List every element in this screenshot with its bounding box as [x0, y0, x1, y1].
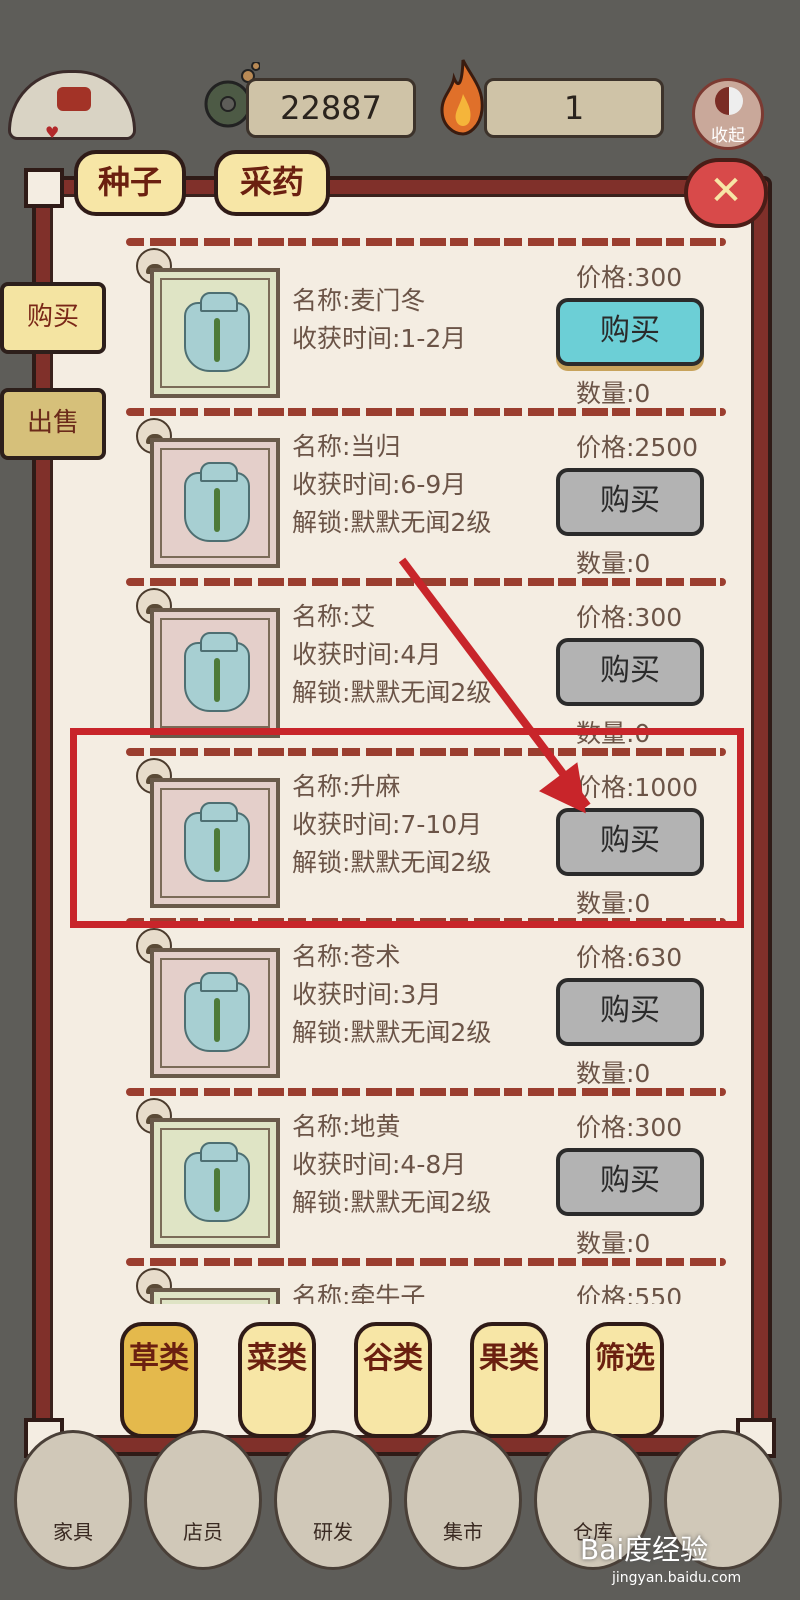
tab-herbs-label: 采药 — [239, 163, 304, 201]
category-label: 筛选 — [595, 1341, 655, 1376]
close-button[interactable]: ✕ — [684, 158, 768, 228]
fire-counter: 1 — [484, 78, 664, 138]
nav-furniture[interactable]: 家具 — [14, 1430, 132, 1570]
nav-label: 家具 — [53, 1520, 93, 1544]
watermark: Bai度经验 — [580, 1533, 709, 1566]
list-item: 名称:牵牛子 价格:550 购买 — [80, 1256, 756, 1304]
item-unlock: 解锁:默默无闻2级 — [292, 508, 492, 537]
item-quantity: 数量:0 — [576, 549, 651, 578]
item-harvest-time: 收获时间:6-9月 — [292, 470, 467, 499]
buy-button[interactable]: 购买 — [556, 1148, 704, 1216]
tab-herbs[interactable]: 采药 — [214, 150, 330, 216]
flame-icon — [440, 59, 484, 136]
tab-seeds-label: 种子 — [97, 163, 162, 201]
collapse-button[interactable]: 收起 — [692, 78, 764, 150]
item-unlock: 解锁:默默无闻2级 — [292, 678, 492, 707]
item-price: 价格:630 — [576, 943, 683, 972]
list-item: 名称:苍术 收获时间:3月 解锁:默默无闻2级 价格:630 购买 数量:0 — [80, 916, 756, 1088]
list-item: 名称:地黄 收获时间:4-8月 解锁:默默无闻2级 价格:300 购买 数量:0 — [80, 1086, 756, 1258]
item-name: 名称:麦门冬 — [292, 286, 426, 315]
buy-button[interactable]: 购买 — [556, 298, 704, 366]
item-quantity: 数量:0 — [576, 1229, 651, 1258]
category-label: 菜类 — [247, 1341, 307, 1376]
list-item: 名称:艾 收获时间:4月 解锁:默默无闻2级 价格:300 购买 数量:0 — [80, 576, 756, 748]
buy-button[interactable]: 购买 — [556, 468, 704, 536]
item-price: 价格:2500 — [576, 433, 699, 462]
nav-market[interactable]: 集市 — [404, 1430, 522, 1570]
seed-bag-icon — [184, 1142, 250, 1222]
yin-yang-icon — [715, 87, 743, 115]
buy-button[interactable]: 购买 — [556, 978, 704, 1046]
nav-staff[interactable]: 店员 — [144, 1430, 262, 1570]
item-harvest-time: 收获时间:4-8月 — [292, 1150, 467, 1179]
nav-research[interactable]: 研发 — [274, 1430, 392, 1570]
watermark-url: jingyan.baidu.com — [612, 1570, 742, 1586]
achievement-fan-icon[interactable]: ♥ — [8, 70, 136, 142]
top-bar: ♥ 22887 1 收起 — [0, 0, 800, 150]
item-quantity: 数量:0 — [576, 1059, 651, 1088]
seed-bag-icon — [184, 292, 250, 372]
seed-bag-thumbnail — [150, 1118, 280, 1248]
category-label: 果类 — [479, 1341, 539, 1376]
panel-corner-top-left — [24, 168, 64, 208]
seed-bag-thumbnail — [150, 948, 280, 1078]
seed-bag-icon — [184, 972, 250, 1052]
list-item: 名称:麦门冬 收获时间:1-2月 价格:300 购买 数量:0 — [80, 236, 756, 408]
item-price: 价格:300 — [576, 263, 683, 292]
category-label: 草类 — [129, 1341, 189, 1376]
scroll-badge-icon — [57, 87, 91, 111]
list-item: 名称:当归 收获时间:6-9月 解锁:默默无闻2级 价格:2500 购买 数量:… — [80, 406, 756, 578]
item-harvest-time: 收获时间:1-2月 — [292, 324, 467, 353]
category-label: 谷类 — [363, 1341, 423, 1376]
nav-label: 店员 — [183, 1520, 223, 1544]
seed-bag-icon — [184, 462, 250, 542]
item-harvest-time: 收获时间:3月 — [292, 980, 442, 1009]
coin-counter: 22887 — [246, 78, 416, 138]
heart-icon: ♥ — [45, 123, 60, 142]
item-name: 名称:当归 — [292, 432, 401, 461]
nav-label: 研发 — [313, 1520, 353, 1544]
item-name: 名称:地黄 — [292, 1112, 401, 1141]
close-icon: ✕ — [709, 168, 743, 214]
item-name: 名称:艾 — [292, 602, 376, 631]
item-unlock: 解锁:默默无闻2级 — [292, 1188, 492, 1217]
seed-bag-thumbnail — [150, 268, 280, 398]
item-unlock: 解锁:默默无闻2级 — [292, 1018, 492, 1047]
item-name: 名称:牵牛子 — [292, 1282, 426, 1304]
buy-button[interactable]: 购买 — [556, 638, 704, 706]
item-price: 价格:300 — [576, 603, 683, 632]
collapse-label: 收起 — [711, 126, 745, 146]
seed-bag-thumbnail — [150, 438, 280, 568]
highlight-box — [70, 728, 744, 928]
seed-bag-thumbnail — [150, 1288, 280, 1304]
tab-seeds[interactable]: 种子 — [74, 150, 186, 216]
tab-buy-label: 购买 — [26, 302, 79, 332]
item-price: 价格:300 — [576, 1113, 683, 1142]
tab-sell-label: 出售 — [26, 408, 79, 438]
item-name: 名称:苍术 — [292, 942, 401, 971]
seed-bag-icon — [184, 632, 250, 712]
nav-label: 集市 — [443, 1520, 483, 1544]
seed-bag-thumbnail — [150, 608, 280, 738]
item-price: 价格:550 — [576, 1283, 683, 1304]
item-quantity: 数量:0 — [576, 379, 651, 408]
